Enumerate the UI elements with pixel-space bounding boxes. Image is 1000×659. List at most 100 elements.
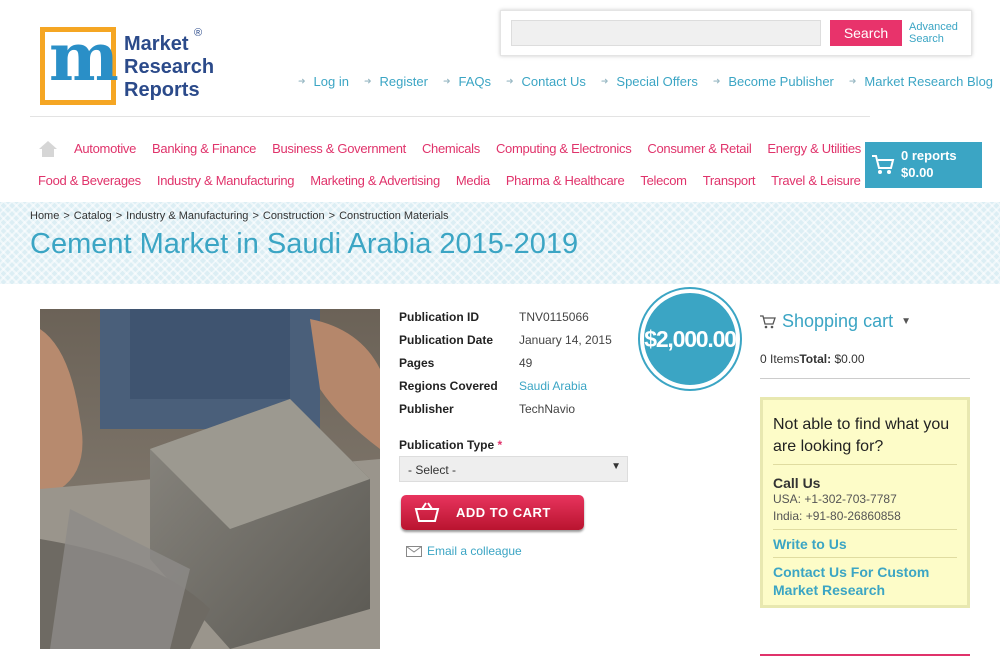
search-button[interactable]: Search	[830, 20, 902, 46]
breadcrumb-separator: >	[63, 210, 70, 222]
breadcrumb-separator: >	[328, 210, 336, 222]
help-box: Not able to find what you are looking fo…	[760, 397, 970, 608]
product-details: Publication ID TNV0115066 Publication Da…	[399, 309, 612, 424]
advanced-search-link[interactable]: Advanced Search	[909, 21, 969, 45]
site-logo[interactable]: m Market Research Reports ®	[40, 24, 220, 107]
write-to-us-link[interactable]: Write to Us	[773, 529, 957, 553]
call-us-heading: Call Us	[773, 475, 821, 491]
publication-type-select[interactable]: - Select - ▼	[399, 456, 628, 482]
category-energy-utilities[interactable]: Energy & Utilities	[767, 141, 861, 159]
category-industry-manufacturing[interactable]: Industry & Manufacturing	[157, 173, 295, 188]
blog-link-label[interactable]: Market Research Blog	[864, 74, 993, 89]
category-nav-row-1: Automotive Banking & Finance Business & …	[38, 141, 861, 159]
home-icon[interactable]	[38, 140, 58, 158]
register-link[interactable]: ➜ Register	[364, 74, 428, 89]
registered-mark: ®	[194, 27, 203, 39]
cart-total-label: Total:	[799, 352, 832, 366]
chevron-down-icon[interactable]: ▼	[901, 316, 911, 327]
cart-amount: $0.00	[901, 165, 934, 180]
breadcrumb-construction-materials[interactable]: Construction Materials	[339, 210, 448, 222]
envelope-icon	[406, 545, 422, 557]
search-input[interactable]	[511, 20, 821, 46]
detail-row-publication-date: Publication Date January 14, 2015	[399, 332, 612, 355]
login-link[interactable]: ➜ Log in	[298, 74, 349, 89]
detail-label: Publisher	[399, 402, 454, 416]
category-banking-finance[interactable]: Banking & Finance	[152, 141, 256, 159]
breadcrumb-catalog[interactable]: Catalog	[74, 210, 112, 222]
add-to-cart-button[interactable]: ADD TO CART	[401, 495, 584, 530]
category-automotive[interactable]: Automotive	[74, 141, 136, 159]
shopping-cart-title[interactable]: Shopping cart	[782, 311, 893, 332]
required-mark: *	[497, 438, 503, 452]
faqs-link[interactable]: ➜ FAQs	[443, 74, 491, 89]
cart-report-count: 0 reports	[901, 148, 957, 163]
category-travel-leisure[interactable]: Travel & Leisure	[771, 173, 861, 188]
detail-value: TechNavio	[519, 402, 576, 416]
breadcrumb-industry[interactable]: Industry & Manufacturing	[126, 210, 248, 222]
contact-us-link[interactable]: ➜ Contact Us	[506, 74, 586, 89]
breadcrumb: Home > Catalog > Industry & Manufacturing >…	[30, 210, 449, 222]
detail-value: TNV0115066	[519, 310, 589, 324]
category-transport[interactable]: Transport	[703, 173, 756, 188]
arrow-icon: ➜	[298, 76, 306, 86]
category-consumer-retail[interactable]: Consumer & Retail	[647, 141, 751, 159]
cart-icon	[872, 155, 895, 174]
logo-line-research: Research	[124, 56, 215, 78]
region-link[interactable]: Saudi Arabia	[519, 378, 587, 401]
logo-mark: m	[40, 24, 119, 105]
phone-india: India: +91-80-26860858	[773, 509, 901, 523]
logo-text: Market Research Reports	[124, 33, 214, 102]
custom-research-link[interactable]: Contact Us For Custom Market Research	[773, 557, 957, 599]
logo-line-reports: Reports	[124, 79, 200, 101]
breadcrumb-separator: >	[115, 210, 123, 222]
email-colleague-link[interactable]: Email a colleague	[406, 544, 522, 558]
special-offers-link[interactable]: ➜ Special Offers	[601, 74, 698, 89]
category-nav-row-2: Food & Beverages Industry & Manufacturin…	[38, 173, 861, 188]
category-computing-electronics[interactable]: Computing & Electronics	[496, 141, 632, 159]
cart-items-count: 0 Items	[760, 352, 800, 366]
become-publisher-link[interactable]: ➜ Become Publisher	[713, 74, 834, 89]
publication-type-label-text: Publication Type	[399, 438, 495, 452]
arrow-icon: ➜	[506, 76, 514, 86]
cart-summary: 0 ItemsTotal: $0.00	[760, 352, 865, 366]
email-colleague-label[interactable]: Email a colleague	[427, 544, 522, 558]
category-media[interactable]: Media	[456, 173, 490, 188]
category-business-government[interactable]: Business & Government	[272, 141, 406, 159]
phone-usa: USA: +1-302-703-7787	[773, 492, 897, 506]
become-publisher-link-label[interactable]: Become Publisher	[728, 74, 834, 89]
contact-us-link-label[interactable]: Contact Us	[522, 74, 586, 89]
special-offers-link-label[interactable]: Special Offers	[616, 74, 697, 89]
sidebar-divider	[760, 378, 970, 379]
price-badge: $2,000.00	[640, 289, 740, 389]
category-food-beverages[interactable]: Food & Beverages	[38, 173, 141, 188]
breadcrumb-construction[interactable]: Construction	[263, 210, 325, 222]
detail-label: Regions Covered	[399, 379, 498, 393]
category-marketing-advertising[interactable]: Marketing & Advertising	[310, 173, 440, 188]
add-to-cart-label: ADD TO CART	[456, 505, 551, 520]
arrow-icon: ➜	[848, 76, 857, 86]
blog-link[interactable]: ➜ Market Research Blog	[849, 74, 993, 89]
login-link-label[interactable]: Log in	[314, 74, 349, 89]
shopping-cart-header[interactable]: Shopping cart ▼	[760, 311, 911, 332]
select-caret-icon: ▼	[611, 461, 621, 472]
category-pharma-healthcare[interactable]: Pharma & Healthcare	[506, 173, 625, 188]
header-cart-button[interactable]: 0 reports $0.00	[865, 142, 982, 188]
category-telecom[interactable]: Telecom	[640, 173, 687, 188]
detail-value: 49	[519, 356, 533, 370]
title-banner: Home > Catalog > Industry & Manufacturing >…	[0, 202, 1000, 284]
breadcrumb-home[interactable]: Home	[30, 210, 59, 222]
category-chemicals[interactable]: Chemicals	[422, 141, 480, 159]
publication-type-label: Publication Type *	[399, 438, 502, 452]
detail-row-regions: Regions Covered Saudi Arabia	[399, 378, 612, 401]
register-link-label[interactable]: Register	[380, 74, 428, 89]
faqs-link-label[interactable]: FAQs	[458, 74, 491, 89]
cart-icon	[760, 314, 776, 328]
breadcrumb-separator: >	[252, 210, 259, 222]
cart-total-value: $0.00	[834, 352, 865, 366]
top-links: ➜ Log in ➜ Register ➜ FAQs ➜ Contact Us ➜ Spe…	[298, 74, 993, 89]
sidebar-bottom-rule	[760, 654, 970, 656]
search-bar: Search Advanced Search	[500, 10, 972, 56]
arrow-icon: ➜	[600, 76, 609, 86]
header-divider	[30, 116, 870, 117]
detail-row-publication-id: Publication ID TNV0115066	[399, 309, 612, 332]
